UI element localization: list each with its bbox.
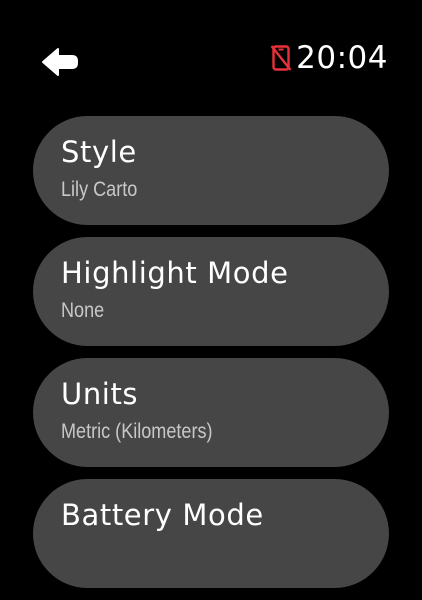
setting-title: Style [61,135,137,169]
setting-item-battery-mode[interactable]: Battery Mode [33,479,389,588]
setting-title: Units [61,377,139,411]
setting-item-style[interactable]: Style Lily Carto [33,116,389,225]
clock-time: 20:04 [296,40,388,76]
phone-disconnected-icon [270,44,292,72]
back-button[interactable] [38,46,82,82]
arrow-left-icon [41,47,79,81]
setting-title: Highlight Mode [61,256,289,290]
setting-value: Lily Carto [61,178,138,201]
setting-title: Battery Mode [61,498,264,532]
setting-item-units[interactable]: Units Metric (Kilometers) [33,358,389,467]
setting-item-highlight-mode[interactable]: Highlight Mode None [33,237,389,346]
setting-value: None [61,299,105,322]
settings-list: Style Lily Carto Highlight Mode None Uni… [33,116,389,600]
status-bar: 20:04 [270,38,388,78]
setting-value: Metric (Kilometers) [61,420,213,443]
